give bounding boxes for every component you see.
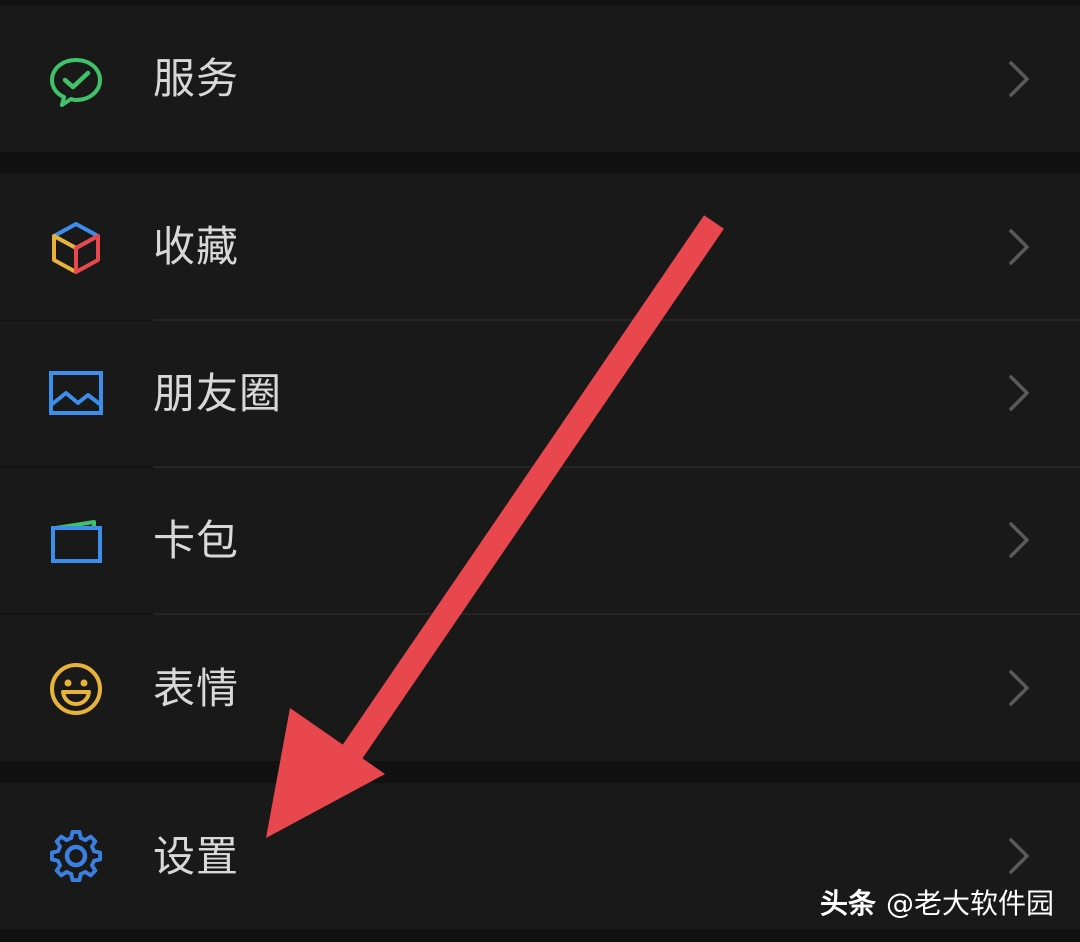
moments-image-icon [46,363,106,423]
watermark-account: @老大软件园 [885,887,1054,920]
chevron-right-icon [1003,520,1033,560]
favorites-label: 收藏 [153,222,240,271]
chevron-right-icon [1003,227,1033,267]
services-icon [46,52,106,112]
cards-label: 卡包 [153,516,240,565]
gear-icon [46,826,106,886]
chevron-right-icon [1003,373,1033,413]
menu-item-cards[interactable]: 卡包 [0,468,1080,613]
menu-item-moments[interactable]: 朋友圈 [0,321,1080,466]
menu-item-favorites[interactable]: 收藏 [0,174,1080,320]
chevron-right-icon [1003,59,1033,99]
services-label: 服务 [153,54,240,103]
watermark-brand: 头条 [819,887,876,920]
settings-label: 设置 [153,832,240,881]
wechat-me-menu-screen: 服务 收藏 朋友圈 卡包 表情 设置 头条 @老大软件园 [0,0,1080,942]
menu-item-stickers[interactable]: 表情 [0,615,1080,761]
chevron-right-icon [1003,836,1033,876]
watermark: 头条 @老大软件园 [820,882,1054,922]
chevron-right-icon [1003,668,1033,708]
menu-item-services[interactable]: 服务 [0,6,1080,152]
moments-label: 朋友圈 [153,369,283,418]
stickers-label: 表情 [153,664,240,713]
card-wallet-icon [46,510,106,570]
smiley-icon [46,659,106,719]
favorites-cube-icon [46,218,106,278]
